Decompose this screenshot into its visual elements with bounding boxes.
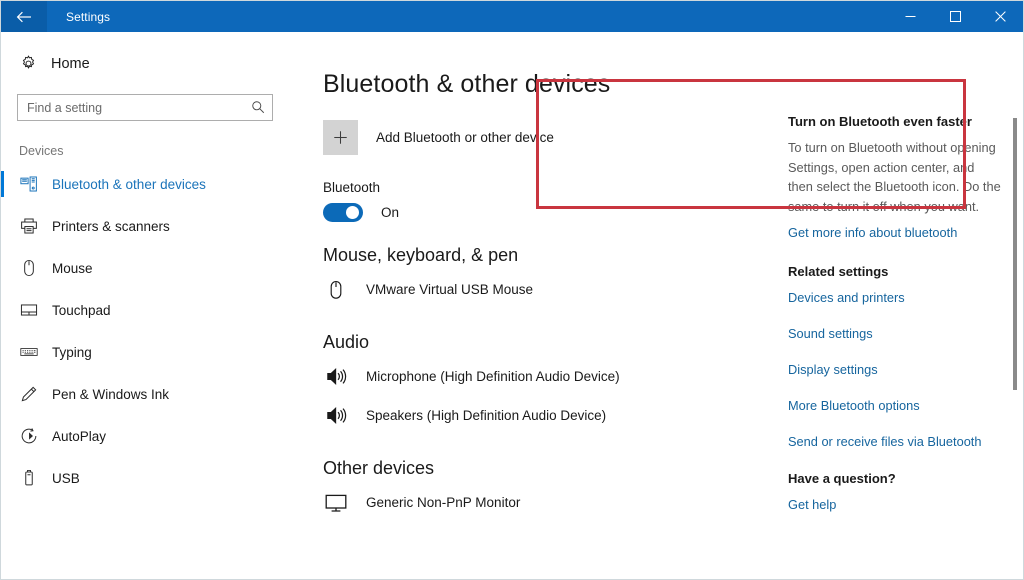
speaker-icon — [323, 364, 349, 390]
back-button[interactable] — [1, 1, 47, 32]
get-help-link[interactable]: Get help — [788, 497, 836, 512]
touchpad-icon — [19, 301, 38, 320]
autoplay-icon — [19, 427, 38, 446]
usb-icon — [19, 469, 38, 488]
sidebar-item-label: USB — [52, 471, 80, 486]
sidebar-item-home[interactable]: Home — [1, 50, 291, 77]
right-info-panel: Turn on Bluetooth even faster To turn on… — [769, 32, 1023, 580]
add-bluetooth-device-button[interactable]: Add Bluetooth or other device — [323, 120, 568, 155]
toggle-knob — [346, 206, 359, 219]
device-name: VMware Virtual USB Mouse — [366, 282, 533, 297]
related-settings-title: Related settings — [788, 264, 1001, 279]
window-controls — [888, 1, 1023, 32]
have-a-question-section: Have a question? Get help — [788, 471, 1001, 512]
printer-icon — [19, 217, 38, 236]
device-list-item[interactable]: Microphone (High Definition Audio Device… — [323, 357, 636, 396]
monitor-icon — [323, 490, 349, 516]
arrow-left-icon — [16, 10, 32, 24]
bluetooth-label: Bluetooth — [323, 180, 769, 195]
sidebar-item-label: Bluetooth & other devices — [52, 177, 206, 192]
device-name: Generic Non-PnP Monitor — [366, 495, 520, 510]
sidebar-item-label: Typing — [52, 345, 92, 360]
sidebar-item-pen-windows-ink[interactable]: Pen & Windows Ink — [1, 377, 291, 411]
window-body: Home Devices — [1, 32, 1023, 580]
sound-settings-link[interactable]: Sound settings — [788, 326, 873, 341]
maximize-icon — [950, 11, 961, 22]
search-icon[interactable] — [249, 98, 267, 116]
add-device-label: Add Bluetooth or other device — [376, 130, 554, 145]
home-label: Home — [51, 56, 90, 72]
scrollbar-thumb[interactable] — [1013, 118, 1017, 390]
question-title: Have a question? — [788, 471, 1001, 486]
sidebar-item-typing[interactable]: Typing — [1, 335, 291, 369]
close-icon — [995, 11, 1006, 22]
page-title: Bluetooth & other devices — [323, 70, 769, 99]
maximize-button[interactable] — [933, 1, 978, 32]
settings-window: Settings — [0, 0, 1024, 580]
sidebar-item-label: Touchpad — [52, 303, 111, 318]
search-input[interactable] — [17, 94, 273, 121]
pen-icon — [19, 385, 38, 404]
more-bluetooth-options-link[interactable]: More Bluetooth options — [788, 398, 920, 413]
section-heading: Mouse, keyboard, & pen — [323, 245, 769, 266]
minimize-icon — [905, 11, 916, 22]
bluetooth-devices-icon — [19, 175, 38, 194]
window-title: Settings — [47, 1, 110, 32]
section-heading: Other devices — [323, 458, 769, 479]
mouse-icon — [19, 259, 38, 278]
sidebar-item-label: Mouse — [52, 261, 93, 276]
tip-body: To turn on Bluetooth without opening Set… — [788, 138, 1001, 216]
sidebar-item-mouse[interactable]: Mouse — [1, 251, 291, 285]
mouse-icon — [323, 277, 349, 303]
sidebar: Home Devices — [1, 32, 291, 580]
section-heading: Audio — [323, 332, 769, 353]
vertical-scrollbar[interactable] — [1009, 32, 1021, 580]
send-receive-files-bluetooth-link[interactable]: Send or receive files via Bluetooth — [788, 434, 981, 449]
display-settings-link[interactable]: Display settings — [788, 362, 878, 377]
tip-title: Turn on Bluetooth even faster — [788, 114, 1001, 129]
sidebar-item-touchpad[interactable]: Touchpad — [1, 293, 291, 327]
minimize-button[interactable] — [888, 1, 933, 32]
gear-icon — [19, 54, 38, 73]
device-name: Speakers (High Definition Audio Device) — [366, 408, 606, 423]
devices-and-printers-link[interactable]: Devices and printers — [788, 290, 905, 305]
device-list-item[interactable]: VMware Virtual USB Mouse — [323, 270, 549, 309]
plus-icon — [323, 120, 358, 155]
related-settings-section: Related settings Devices and printers So… — [788, 264, 1001, 449]
sidebar-item-autoplay[interactable]: AutoPlay — [1, 419, 291, 453]
device-name: Microphone (High Definition Audio Device… — [366, 369, 620, 384]
title-bar: Settings — [1, 1, 1023, 32]
sidebar-item-label: AutoPlay — [52, 429, 106, 444]
main-content: Bluetooth & other devices Add Bluetooth … — [291, 32, 769, 580]
bluetooth-toggle-row: On — [323, 203, 769, 222]
sidebar-group-header: Devices — [1, 121, 291, 167]
close-button[interactable] — [978, 1, 1023, 32]
sidebar-item-printers-scanners[interactable]: Printers & scanners — [1, 209, 291, 243]
get-more-info-bluetooth-link[interactable]: Get more info about bluetooth — [788, 225, 957, 240]
device-list-item[interactable]: Speakers (High Definition Audio Device) — [323, 396, 622, 435]
sidebar-item-label: Pen & Windows Ink — [52, 387, 169, 402]
bluetooth-toggle[interactable] — [323, 203, 363, 222]
keyboard-icon — [19, 343, 38, 362]
search-box — [17, 94, 273, 121]
device-list-item[interactable]: Generic Non-PnP Monitor — [323, 483, 536, 522]
bluetooth-toggle-section: Bluetooth On — [323, 180, 769, 222]
sidebar-item-bluetooth-other-devices[interactable]: Bluetooth & other devices — [1, 167, 291, 201]
sidebar-item-usb[interactable]: USB — [1, 461, 291, 495]
bluetooth-toggle-state: On — [381, 205, 399, 220]
sidebar-item-label: Printers & scanners — [52, 219, 170, 234]
speaker-icon — [323, 403, 349, 429]
